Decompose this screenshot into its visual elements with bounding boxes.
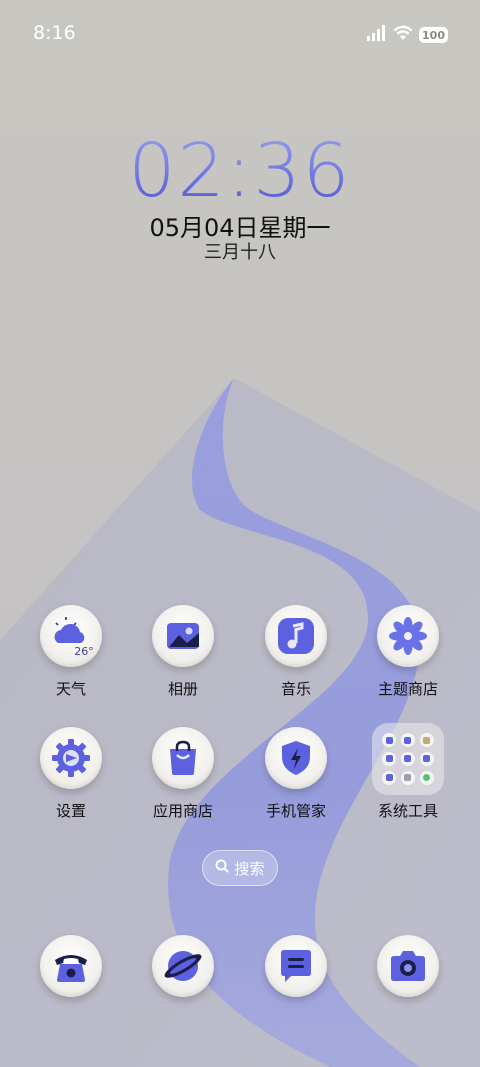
status-time: 8:16 bbox=[33, 22, 76, 44]
app-label-settings: 设置 bbox=[55, 802, 86, 820]
folder-system-tools[interactable]: 系统工具 bbox=[358, 723, 458, 837]
signal-icon bbox=[367, 24, 387, 46]
app-theme-store[interactable]: 主题商店 bbox=[358, 605, 458, 715]
app-store-icon bbox=[152, 727, 214, 789]
camera-icon bbox=[377, 935, 439, 997]
app-app-store[interactable]: 应用商店 bbox=[133, 727, 233, 837]
search-label: 搜索 bbox=[234, 859, 265, 878]
app-label-gallery: 相册 bbox=[167, 680, 198, 698]
clock-time[interactable]: 02:36 bbox=[0, 128, 480, 214]
battery-icon: 100 bbox=[419, 27, 448, 43]
browser-icon bbox=[152, 935, 214, 997]
app-label-system-tools: 系统工具 bbox=[377, 802, 438, 820]
dock-browser[interactable] bbox=[133, 935, 233, 1045]
status-bar: 8:16 100 bbox=[0, 0, 480, 68]
theme-store-icon bbox=[377, 605, 439, 667]
gallery-icon bbox=[152, 605, 214, 667]
status-icons: 100 bbox=[367, 24, 448, 46]
app-label-app-store: 应用商店 bbox=[152, 802, 213, 820]
app-label-music: 音乐 bbox=[280, 680, 311, 698]
app-weather[interactable]: 26° 天气 bbox=[21, 605, 121, 715]
phone-manager-icon bbox=[265, 727, 327, 789]
app-settings[interactable]: 设置 bbox=[21, 727, 121, 837]
music-icon bbox=[265, 605, 327, 667]
app-phone-manager[interactable]: 手机管家 bbox=[246, 727, 346, 837]
search-icon bbox=[215, 859, 230, 877]
weather-icon: 26° bbox=[40, 605, 102, 667]
dock-camera[interactable] bbox=[358, 935, 458, 1045]
wifi-icon bbox=[393, 24, 413, 46]
app-label-phone-manager: 手机管家 bbox=[265, 802, 326, 820]
dock-messages[interactable] bbox=[246, 935, 346, 1045]
app-label-weather: 天气 bbox=[55, 680, 86, 698]
app-label-theme-store: 主题商店 bbox=[377, 680, 438, 698]
weather-temp: 26° bbox=[74, 645, 94, 658]
phone-icon bbox=[40, 935, 102, 997]
dock-phone[interactable] bbox=[21, 935, 121, 1045]
messages-icon bbox=[265, 935, 327, 997]
app-gallery[interactable]: 相册 bbox=[133, 605, 233, 715]
lunar-date: 三月十八 bbox=[204, 242, 276, 263]
gear-icon bbox=[40, 727, 102, 789]
app-music[interactable]: 音乐 bbox=[246, 605, 346, 715]
search-button[interactable]: 搜索 bbox=[202, 850, 278, 886]
folder-icon bbox=[372, 723, 444, 795]
